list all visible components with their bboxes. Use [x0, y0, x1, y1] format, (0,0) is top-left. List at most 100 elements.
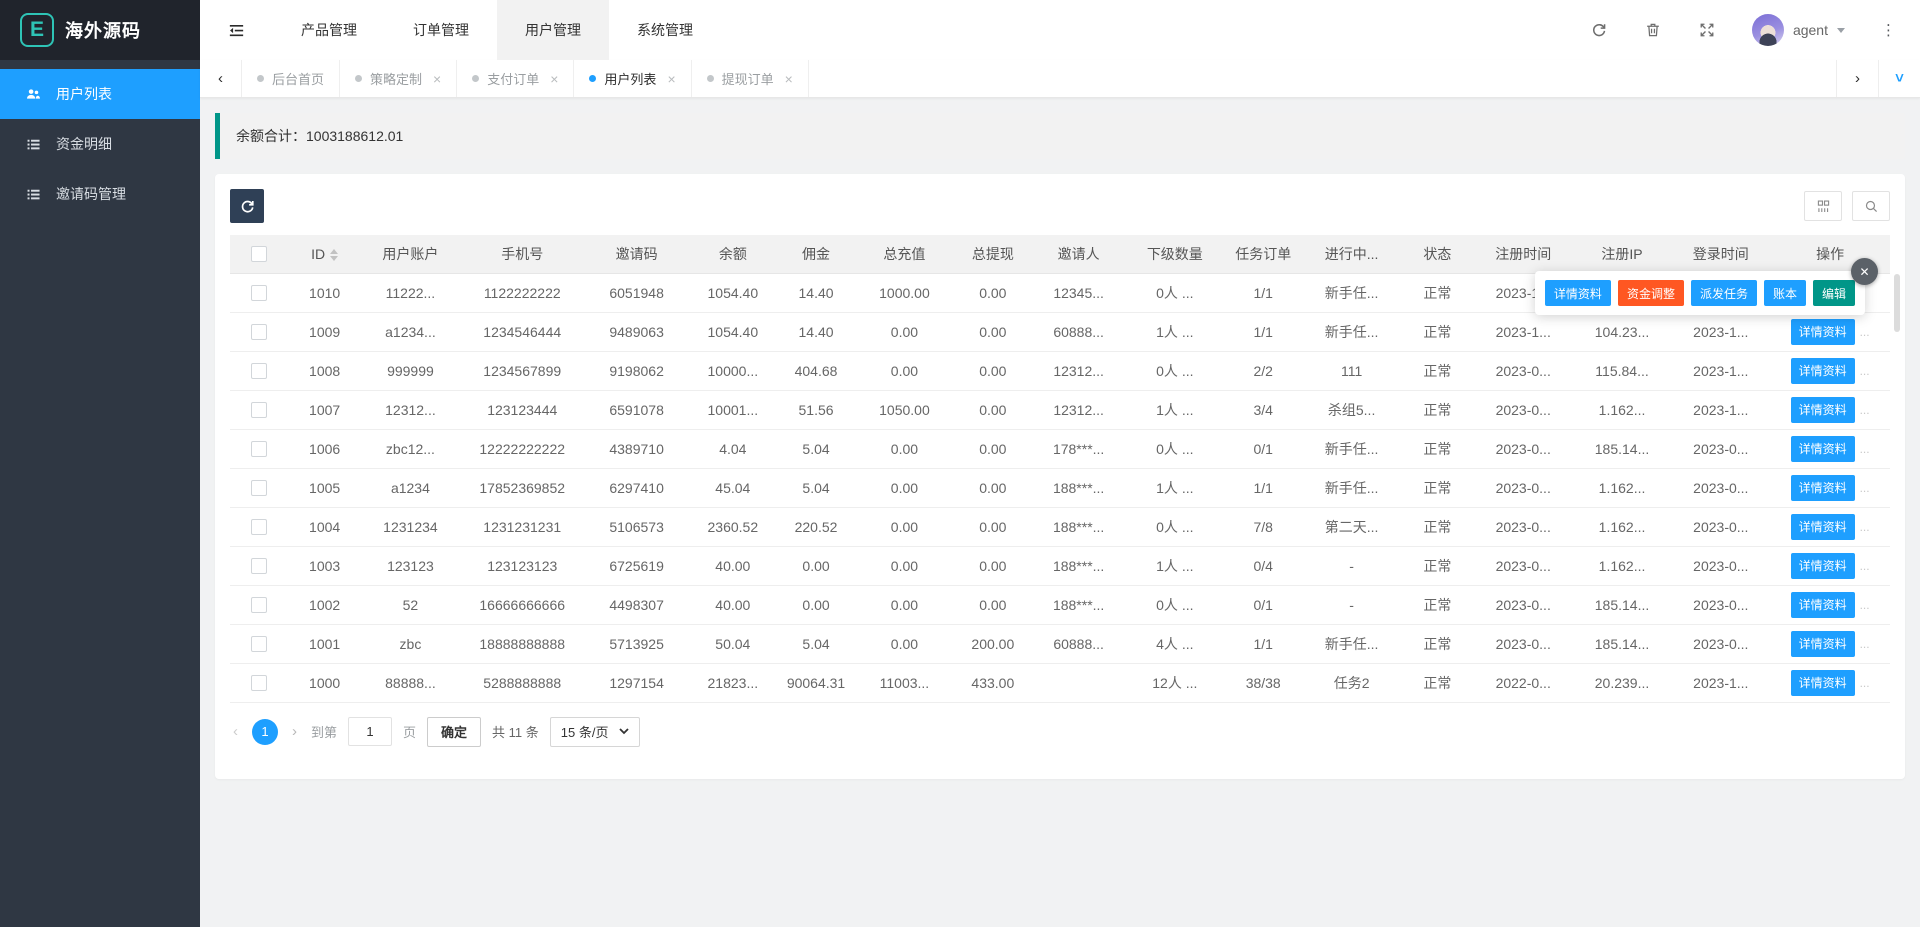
goto-confirm-button[interactable]: 确定	[427, 717, 481, 747]
row-checkbox[interactable]	[251, 636, 267, 652]
row-checkbox[interactable]	[251, 441, 267, 457]
table-cell: 正常	[1401, 351, 1474, 390]
tab-close-icon[interactable]: ×	[550, 71, 558, 87]
topnav-item-3[interactable]: 系统管理	[609, 0, 721, 60]
sort-icon[interactable]	[330, 249, 338, 261]
sidebar-item-1[interactable]: 资金明细	[0, 119, 200, 169]
detail-button[interactable]: 详情资料	[1791, 358, 1855, 384]
col-header-0[interactable]: ID	[288, 235, 361, 273]
more-actions-icon[interactable]: ...	[1860, 676, 1870, 690]
grid-view-icon[interactable]	[1804, 191, 1842, 221]
row-checkbox[interactable]	[251, 402, 267, 418]
tab-4[interactable]: 提现订单×	[692, 60, 809, 97]
detail-button[interactable]: 详情资料	[1791, 514, 1855, 540]
page-next-icon[interactable]: ›	[289, 723, 300, 740]
more-actions-icon[interactable]: ...	[1860, 364, 1870, 378]
logo-icon: E	[20, 13, 54, 47]
table-cell: 404.68	[777, 351, 855, 390]
tab-close-icon[interactable]: ×	[433, 71, 441, 87]
tab-close-icon[interactable]: ×	[785, 71, 793, 87]
trash-icon[interactable]	[1644, 21, 1662, 39]
more-actions-icon[interactable]: ...	[1860, 442, 1870, 456]
row-checkbox[interactable]	[251, 324, 267, 340]
fullscreen-icon[interactable]	[1698, 21, 1716, 39]
page-current[interactable]: 1	[252, 719, 278, 745]
popup-action-1[interactable]: 资金调整	[1618, 280, 1684, 306]
table-cell: 1.162...	[1573, 546, 1672, 585]
page-size-select[interactable]: 15 条/页	[550, 717, 641, 747]
menu-collapse-icon[interactable]	[227, 21, 246, 40]
table-cell: 185.14...	[1573, 624, 1672, 663]
refresh-icon[interactable]	[1590, 21, 1608, 39]
table-cell: 0.00	[954, 468, 1032, 507]
detail-button[interactable]: 详情资料	[1791, 436, 1855, 462]
tab-close-icon[interactable]: ×	[667, 71, 675, 87]
row-checkbox[interactable]	[251, 285, 267, 301]
popup-action-2[interactable]: 派发任务	[1691, 280, 1757, 306]
table-cell: 12222222222	[460, 429, 585, 468]
tab-2[interactable]: 支付订单×	[457, 60, 574, 97]
table-refresh-button[interactable]	[230, 189, 264, 223]
table-cell: 新手任...	[1302, 312, 1401, 351]
app-logo[interactable]: E 海外源码	[0, 0, 200, 60]
detail-button[interactable]: 详情资料	[1791, 319, 1855, 345]
tab-3[interactable]: 用户列表×	[574, 60, 691, 97]
user-menu[interactable]: agent	[1752, 14, 1845, 46]
popup-close-icon[interactable]: ✕	[1851, 258, 1878, 285]
chevron-down-icon	[1837, 28, 1845, 37]
table-cell: 0.00	[954, 546, 1032, 585]
table-cell: 1297154	[585, 663, 689, 702]
popup-action-0[interactable]: 详情资料	[1545, 280, 1611, 306]
select-all-checkbox[interactable]	[251, 246, 267, 262]
tabs-menu-icon[interactable]: ˅	[1878, 60, 1920, 97]
topbar: 产品管理订单管理用户管理系统管理 agent ⋮	[200, 0, 1920, 60]
more-actions-icon[interactable]: ...	[1860, 559, 1870, 573]
row-checkbox[interactable]	[251, 519, 267, 535]
tabs-scroll-left-icon[interactable]: ‹	[200, 60, 242, 97]
detail-button[interactable]: 详情资料	[1791, 475, 1855, 501]
col-header-label: 进行中...	[1325, 246, 1379, 262]
row-checkbox[interactable]	[251, 597, 267, 613]
more-actions-icon[interactable]: ...	[1860, 325, 1870, 339]
col-header-7: 总提现	[954, 235, 1032, 273]
table-cell: 20.239...	[1573, 663, 1672, 702]
table-cell: 任务2	[1302, 663, 1401, 702]
row-checkbox[interactable]	[251, 363, 267, 379]
more-kebab-icon[interactable]: ⋮	[1881, 23, 1896, 38]
table-cell: 1人 ...	[1125, 312, 1224, 351]
sidebar-item-2[interactable]: 邀请码管理	[0, 169, 200, 219]
detail-button[interactable]: 详情资料	[1791, 553, 1855, 579]
more-actions-icon[interactable]: ...	[1860, 481, 1870, 495]
detail-button[interactable]: 详情资料	[1791, 670, 1855, 696]
row-checkbox[interactable]	[251, 558, 267, 574]
tab-1[interactable]: 策略定制×	[340, 60, 457, 97]
detail-button[interactable]: 详情资料	[1791, 631, 1855, 657]
popup-action-3[interactable]: 账本	[1764, 280, 1806, 306]
table-cell: 185.14...	[1573, 429, 1672, 468]
row-checkbox[interactable]	[251, 675, 267, 691]
tabs-scroll-right-icon[interactable]: ›	[1836, 60, 1878, 97]
more-actions-icon[interactable]: ...	[1860, 637, 1870, 651]
more-actions-icon[interactable]: ...	[1860, 598, 1870, 612]
more-actions-icon[interactable]: ...	[1860, 520, 1870, 534]
tab-0[interactable]: 后台首页	[242, 60, 340, 97]
balance-value: 1003188612.01	[306, 128, 403, 144]
more-actions-icon[interactable]: ...	[1860, 403, 1870, 417]
search-icon[interactable]	[1852, 191, 1890, 221]
goto-page-input[interactable]	[348, 717, 392, 746]
popup-action-4[interactable]: 编辑	[1813, 280, 1855, 306]
detail-button[interactable]: 详情资料	[1791, 592, 1855, 618]
table-cell: 4389710	[585, 429, 689, 468]
sidebar-item-0[interactable]: 用户列表	[0, 69, 200, 119]
page-prev-icon[interactable]: ‹	[230, 723, 241, 740]
detail-button[interactable]: 详情资料	[1791, 397, 1855, 423]
row-checkbox[interactable]	[251, 480, 267, 496]
topnav-item-1[interactable]: 订单管理	[385, 0, 497, 60]
sidebar-item-label: 用户列表	[56, 84, 112, 104]
topnav-item-0[interactable]: 产品管理	[273, 0, 385, 60]
row-checkbox-cell	[230, 390, 288, 429]
table-cell: 40.00	[689, 546, 777, 585]
table-scrollbar-thumb[interactable]	[1894, 274, 1900, 332]
topnav-item-2[interactable]: 用户管理	[497, 0, 609, 60]
table-cell: 0.00	[954, 273, 1032, 312]
